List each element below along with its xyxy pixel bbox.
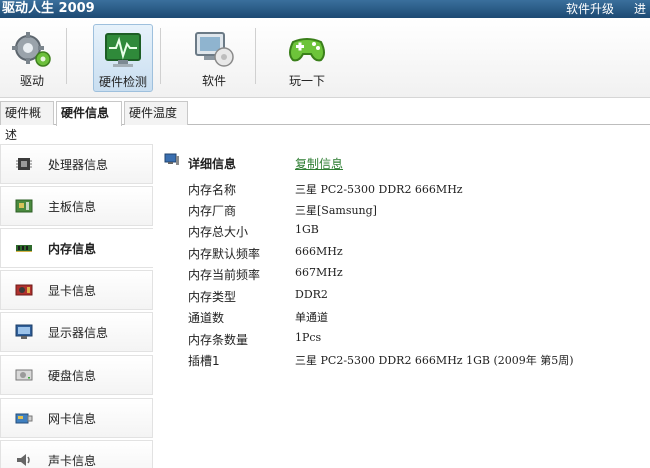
motherboard-icon [15, 199, 33, 213]
detail-value: 1Pcs [295, 331, 322, 344]
sidebar-item-memory[interactable]: 内存信息 [0, 228, 153, 268]
main-toolbar: 驱动 硬件检测 软件 玩一下 [0, 18, 650, 98]
memory-icon [16, 245, 32, 252]
tab-hardware-temperature[interactable]: 硬件温度 [124, 101, 188, 125]
sidebar-item-graphics-card[interactable]: 显卡信息 [0, 270, 153, 310]
detail-value: 三星[Samsung] [295, 204, 377, 217]
detail-value: 666MHz [295, 245, 343, 258]
sidebar-item-cpu[interactable]: 处理器信息 [0, 144, 153, 184]
detail-key: 内存当前频率 [188, 268, 261, 282]
detail-value: DDR2 [295, 288, 328, 301]
sidebar-label: 主板信息 [48, 200, 97, 214]
sidebar-label: 处理器信息 [48, 158, 109, 172]
detail-key: 内存总大小 [188, 225, 249, 239]
toolbar-hardware-check-button[interactable]: 硬件检测 [93, 24, 153, 92]
detail-row: 内存默认频率 666MHz [160, 245, 640, 266]
more-link[interactable]: 进 [634, 0, 646, 17]
toolbar-play-label: 玩一下 [288, 74, 325, 88]
tab-hardware-info[interactable]: 硬件信息 [56, 101, 122, 126]
speaker-icon [17, 454, 30, 466]
detail-row: 内存总大小 1GB [160, 223, 640, 244]
monitor-icon [15, 324, 33, 339]
sidebar-label: 硬盘信息 [48, 369, 97, 383]
detail-row: 内存厂商 三星[Samsung] [160, 202, 640, 223]
sidebar-item-motherboard[interactable]: 主板信息 [0, 186, 153, 226]
sidebar-label: 显示器信息 [48, 326, 109, 340]
detail-key: 通道数 [188, 311, 225, 325]
detail-row: 插槽1 三星 PC2-5300 DDR2 666MHz 1GB (2009年 第… [160, 352, 640, 373]
detail-row: 内存类型 DDR2 [160, 288, 640, 309]
detail-key: 内存类型 [188, 290, 237, 304]
gear-icon [12, 32, 51, 67]
toolbar-play-button[interactable]: 玩一下 [277, 24, 337, 92]
title-bar: 驱动人生 2009 软件升级 进 [0, 0, 650, 18]
sidebar-label: 内存信息 [48, 242, 97, 256]
detail-key: 内存条数量 [188, 333, 249, 347]
sidebar-label: 显卡信息 [48, 284, 97, 298]
software-upgrade-link[interactable]: 软件升级 [566, 0, 614, 17]
hard-disk-icon [15, 369, 33, 381]
gamepad-icon [289, 38, 325, 62]
tab-label: 硬件温度 [129, 106, 178, 120]
copy-info-link[interactable]: 复制信息 [295, 155, 343, 172]
detail-row: 内存当前频率 667MHz [160, 266, 640, 287]
graphics-card-icon [15, 284, 33, 296]
monitor-pulse-icon [105, 33, 141, 67]
tab-hardware-overview[interactable]: 硬件概述 [0, 101, 54, 142]
detail-value: 三星 PC2-5300 DDR2 666MHz 1GB (2009年 第5周) [295, 354, 574, 367]
detail-key: 内存默认频率 [188, 247, 261, 261]
toolbar-hardware-check-label: 硬件检测 [98, 75, 147, 89]
toolbar-software-button[interactable]: 软件 [184, 24, 244, 92]
app-title: 驱动人生 2009 [2, 1, 95, 16]
detail-value: 三星 PC2-5300 DDR2 666MHz [295, 183, 463, 196]
sidebar-item-sound-card[interactable]: 声卡信息 [0, 440, 153, 468]
detail-value: 1GB [295, 223, 319, 236]
detail-key: 内存名称 [188, 183, 237, 197]
tab-label: 硬件信息 [61, 106, 110, 120]
sidebar-item-monitor[interactable]: 显示器信息 [0, 312, 153, 352]
detail-row: 内存名称 三星 PC2-5300 DDR2 666MHz [160, 181, 640, 202]
toolbar-driver-button[interactable]: 驱动 [2, 24, 62, 92]
detail-key: 插槽1 [188, 354, 220, 368]
computer-disc-icon [195, 32, 234, 67]
toolbar-separator [160, 28, 161, 84]
toolbar-software-label: 软件 [201, 74, 226, 88]
details-title: 详细信息 [188, 157, 237, 171]
detail-value: 单通道 [295, 311, 328, 324]
network-card-icon [15, 413, 33, 424]
toolbar-driver-label: 驱动 [19, 74, 44, 88]
sidebar-label: 网卡信息 [48, 412, 97, 426]
tab-bar: 硬件概述 硬件信息 硬件温度 [0, 99, 650, 142]
detail-value: 667MHz [295, 266, 343, 279]
tab-label: 硬件概述 [5, 106, 42, 142]
toolbar-separator [255, 28, 256, 84]
details-header: 详细信息 复制信息 [160, 150, 640, 171]
sidebar-item-network-card[interactable]: 网卡信息 [0, 398, 153, 438]
detail-row: 内存条数量 1Pcs [160, 331, 640, 352]
detail-row: 通道数 单通道 [160, 309, 640, 330]
cpu-icon [16, 158, 32, 170]
computer-icon [164, 153, 179, 165]
sidebar-item-hard-disk[interactable]: 硬盘信息 [0, 355, 153, 395]
sidebar-label: 声卡信息 [48, 454, 97, 468]
hardware-sidebar: 处理器信息 主板信息 内存信息 显卡信息 显示器信息 硬盘信息 网卡信息 声卡信… [0, 140, 153, 468]
detail-key: 内存厂商 [188, 204, 237, 218]
toolbar-separator [66, 28, 67, 84]
